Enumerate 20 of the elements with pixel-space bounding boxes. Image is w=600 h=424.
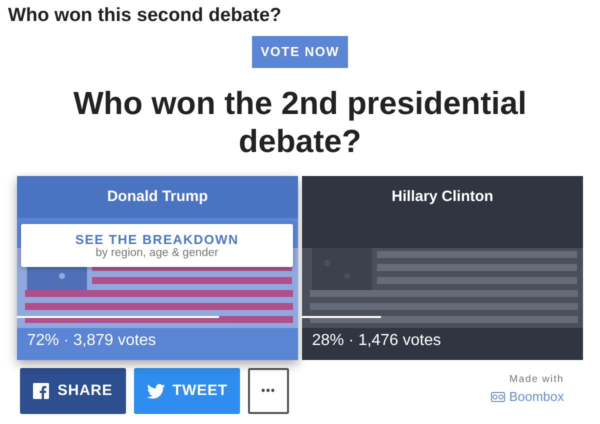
breakdown-button[interactable]: SEE THE BREAKDOWN by region, age & gender xyxy=(21,224,293,267)
facebook-icon xyxy=(33,383,50,399)
section-heading: Who won this second debate? xyxy=(8,4,282,28)
breakdown-title: SEE THE BREAKDOWN xyxy=(74,231,240,247)
more-button[interactable]: ••• xyxy=(248,368,289,414)
vote-result: 72% · 3,879 votes xyxy=(27,331,156,351)
poll-title: Who won the 2nd presidential debate? xyxy=(72,84,528,160)
bird-icon xyxy=(146,384,164,398)
vote-now-button[interactable]: VOTE NOW xyxy=(252,36,348,68)
breakdown-subtitle: by region, age & gender xyxy=(94,247,220,260)
option-name: Hillary Clinton xyxy=(392,186,494,207)
tweet-button[interactable]: TWEET xyxy=(134,368,240,414)
share-button[interactable]: SHARE xyxy=(20,368,126,414)
boombox-icon xyxy=(491,391,506,402)
credit-caption: Made with xyxy=(509,373,564,387)
vote-result: 28% · 1,476 votes xyxy=(312,331,441,351)
option-card[interactable]: Hillary Clinton 28% · 1,476 votes xyxy=(302,176,583,360)
option-card[interactable]: Donald Trump SEE THE BREAKDOWN by region, age & gender 72% · 3,879 votes xyxy=(17,176,298,360)
brand-name: Boombox xyxy=(509,388,564,406)
option-name: Donald Trump xyxy=(107,186,208,207)
